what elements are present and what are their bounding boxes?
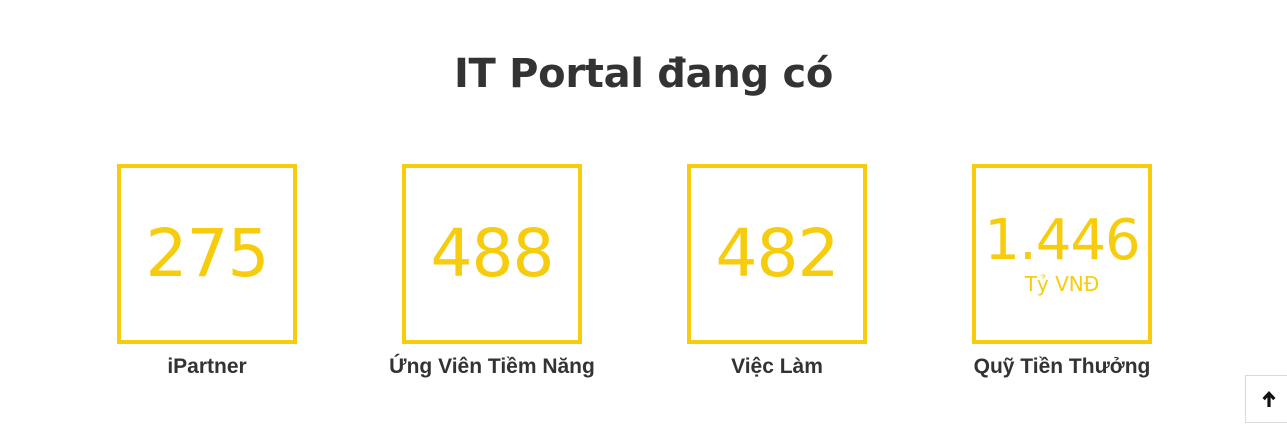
stat-jobs: 482 Việc Làm [687,164,867,378]
stat-box: 1.446 Tỷ VNĐ [972,164,1152,344]
back-to-top-button[interactable] [1245,375,1287,423]
arrow-up-icon [1262,391,1276,407]
stat-label: Quỹ Tiền Thưởng [973,355,1151,378]
stat-box: 275 [117,164,297,344]
stat-box: 482 [687,164,867,344]
stat-box: 488 [402,164,582,344]
stat-value: 482 [715,215,840,292]
stat-candidates: 488 Ứng Viên Tiềm Năng [389,164,595,378]
stat-label: Việc Làm [731,355,823,378]
stat-unit: Tỷ VNĐ [1024,272,1100,296]
stat-value: 1.446 [984,208,1140,273]
page-title: IT Portal đang có [453,51,834,97]
stat-label: iPartner [167,355,247,378]
stat-value: 275 [145,215,270,292]
stat-bonus-fund: 1.446 Tỷ VNĐ Quỹ Tiền Thưởng [972,164,1152,378]
stat-partners: 275 iPartner [117,164,297,378]
stat-label: Ứng Viên Tiềm Năng [389,355,595,378]
stat-value: 488 [430,215,555,292]
